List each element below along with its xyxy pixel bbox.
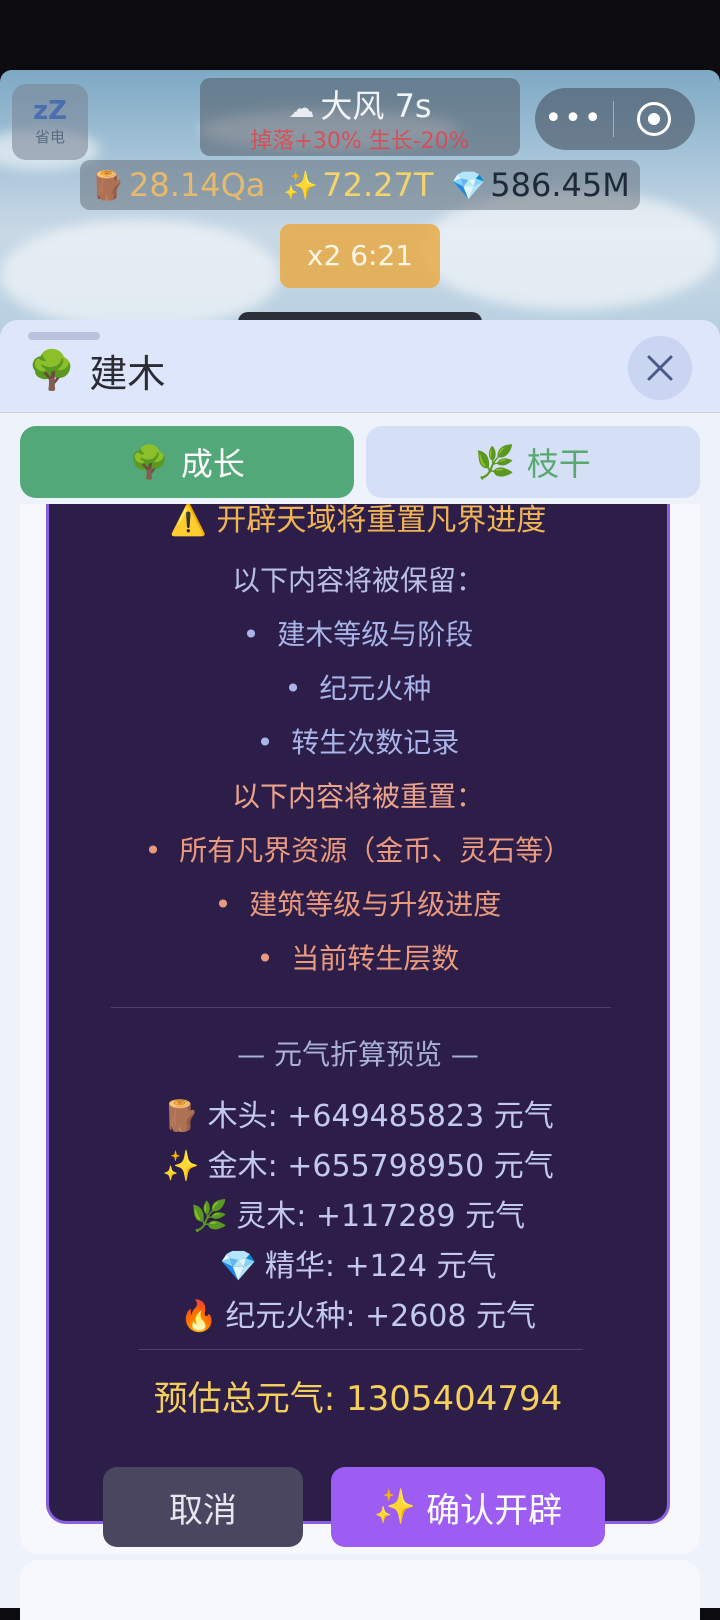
- list-item: • 建木等级与阶段: [242, 618, 474, 651]
- power-saver-button[interactable]: zZ 省电: [12, 84, 88, 160]
- jianmu-panel: 🌳 建木 🌳 成长 🌿 枝干 ⚠️ 开辟天域将重置凡界进度 以下内容将被保留： …: [0, 320, 720, 1620]
- resource-gold: ✨ 72.27T: [283, 166, 433, 204]
- wood-log-icon: 🪵: [162, 1099, 200, 1134]
- section-divider: [139, 1349, 583, 1350]
- gem-icon: 💎: [219, 1249, 257, 1284]
- tab-growth[interactable]: 🌳 成长: [20, 426, 354, 498]
- confirm-ascend-button[interactable]: ✨ 确认开辟: [331, 1467, 605, 1547]
- cancel-label: 取消: [169, 1490, 237, 1531]
- preview-title: — 元气折算预览 —: [237, 1038, 479, 1071]
- gem-value: 586.45M: [490, 166, 630, 204]
- drag-handle[interactable]: [28, 332, 100, 340]
- cancel-button[interactable]: 取消: [103, 1467, 303, 1547]
- list-item: • 转生次数记录: [256, 726, 460, 759]
- wood-value: 28.14Qa: [128, 166, 266, 204]
- sparkles-icon: ✨: [283, 168, 319, 202]
- gold-value: 72.27T: [322, 166, 434, 204]
- cloud-decoration: [0, 220, 280, 330]
- conversion-row: ✨ 金木: +655798950 元气: [162, 1149, 554, 1184]
- tab-branches-label: 枝干: [526, 445, 591, 483]
- reset-warning: ⚠️ 开辟天域将重置凡界进度: [169, 504, 547, 538]
- list-item: • 所有凡界资源（金币、灵石等）: [144, 834, 572, 867]
- reset-title: 以下内容将被重置：: [231, 780, 484, 813]
- conversion-row: 🔥 纪元火种: +2608 元气: [179, 1299, 537, 1334]
- close-button[interactable]: [628, 336, 692, 400]
- weather-banner: ☁ 大风 7s 掉落+30% 生长-20%: [200, 78, 520, 156]
- gem-icon: 💎: [451, 168, 487, 202]
- close-x-icon: [647, 355, 673, 381]
- herb-icon: 🌿: [475, 443, 515, 481]
- list-item: • 纪元火种: [284, 672, 432, 705]
- conversion-row: 🌿 灵木: +117289 元气: [190, 1199, 526, 1234]
- total-yuanqi: 预估总元气: 1305404794: [153, 1379, 563, 1419]
- keep-title: 以下内容将被保留：: [231, 564, 484, 597]
- wood-log-icon: 🪵: [90, 168, 125, 202]
- speed-boost-button[interactable]: x2 6:21: [280, 224, 440, 288]
- next-card-edge: [20, 1560, 700, 1620]
- confirm-label: 确认开辟: [426, 1490, 563, 1531]
- tab-growth-label: 成长: [180, 445, 245, 483]
- panel-title-text: 建木: [89, 351, 166, 396]
- tree-icon: 🌳: [28, 347, 76, 392]
- list-item: • 建筑等级与升级进度: [214, 888, 502, 921]
- page-title: 🌳 建木: [28, 346, 165, 396]
- more-dots-icon[interactable]: •••: [535, 104, 613, 134]
- section-divider: [111, 1007, 611, 1008]
- sleep-zzz-icon: zZ: [33, 95, 67, 126]
- conversion-row: 🪵 木头: +649485823 元气: [162, 1099, 554, 1134]
- resource-wood: 🪵 28.14Qa: [90, 166, 265, 204]
- tab-branches[interactable]: 🌿 枝干: [366, 426, 700, 498]
- sparkles-icon: ✨: [373, 1487, 417, 1527]
- conversion-row: 💎 精华: +124 元气: [219, 1249, 497, 1284]
- resource-bar: 🪵 28.14Qa ✨ 72.27T 💎 586.45M: [80, 160, 640, 210]
- close-miniprogram-button[interactable]: [614, 102, 694, 136]
- panel-tabs: 🌳 成长 🌿 枝干: [20, 426, 700, 498]
- status-bar: [0, 0, 720, 70]
- tree-icon: 🌳: [129, 443, 169, 481]
- herb-icon: 🌿: [190, 1199, 229, 1234]
- list-item: • 当前转生层数: [256, 942, 460, 975]
- wind-cloud-icon: ☁: [288, 94, 315, 124]
- resource-gem: 💎 586.45M: [451, 166, 629, 204]
- miniprogram-capsule: •••: [535, 88, 695, 150]
- record-target-icon: [637, 102, 671, 136]
- weather-effect: 掉落+30% 生长-20%: [250, 129, 470, 154]
- panel-content-scroll[interactable]: ⚠️ 开辟天域将重置凡界进度 以下内容将被保留： • 建木等级与阶段 • 纪元火种 …: [20, 504, 700, 1554]
- sparkles-icon: ✨: [162, 1149, 200, 1184]
- power-saver-label: 省电: [34, 127, 65, 146]
- ascend-confirm-dialog: ⚠️ 开辟天域将重置凡界进度 以下内容将被保留： • 建木等级与阶段 • 纪元火种 …: [46, 504, 670, 1547]
- fire-icon: 🔥: [179, 1299, 218, 1334]
- weather-title: 大风 7s: [320, 87, 432, 125]
- panel-header: 🌳 建木: [0, 320, 720, 413]
